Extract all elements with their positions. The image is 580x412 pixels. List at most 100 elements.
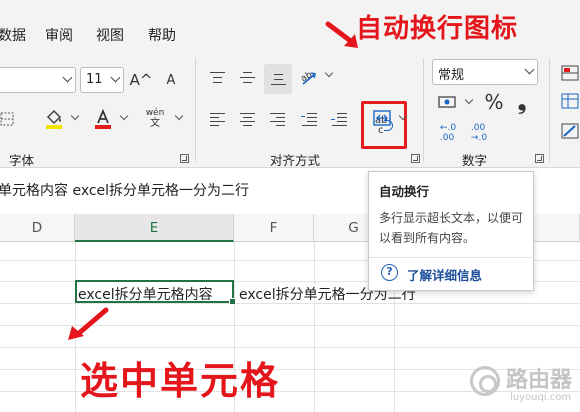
chevron-down-icon [110,72,121,83]
increase-decimal-button[interactable]: ←.0 .00 [435,120,461,146]
learn-more-link[interactable]: 了解详细信息 [407,265,482,284]
top-align-button[interactable] [204,64,230,90]
arrow-icon [68,307,109,340]
ribbon: 11 A^ A wén 文 字体 ab ab c 对齐方式 常规 % ❟ ←.0… [0,50,580,168]
column-header-f[interactable]: F [234,214,314,242]
increase-indent-icon [330,112,348,127]
cell-styles-button[interactable] [560,120,580,142]
chevron-down-icon[interactable] [464,95,474,105]
column-header-d[interactable]: D [0,214,75,242]
menu-review[interactable]: 审阅 [45,25,73,45]
merge-cells-icon [373,110,391,126]
annotation-select-cell-label: 选中单元格 [80,359,281,403]
menu-help[interactable]: 帮助 [148,25,176,45]
font-name-combo[interactable] [0,67,76,93]
grid-line [0,347,580,348]
align-right-button[interactable] [264,106,290,132]
bottom-align-button[interactable] [264,64,292,94]
font-dialog-launcher[interactable] [180,154,189,163]
conditional-formatting-button[interactable] [560,62,580,84]
group-label-alignment: 对齐方式 [270,153,321,168]
number-dialog-launcher[interactable] [535,154,544,163]
chevron-down-icon [62,72,73,83]
chevron-down-icon[interactable] [119,111,129,121]
group-label-font: 字体 [9,153,35,168]
tooltip-description: 多行显示超长文本，以便可以看到所有内容。 [379,211,524,245]
orientation-button[interactable]: ab [296,64,322,90]
column-header-label: F [269,220,278,236]
align-left-button[interactable] [204,106,230,132]
wrap-text-tooltip: 自动换行 多行显示超长文本，以便可以看到所有内容。 ? 了解详细信息 [368,171,534,291]
format-as-table-button[interactable] [560,90,580,112]
align-center-icon [239,112,256,127]
number-format-combo[interactable]: 常规 [432,59,538,85]
middle-align-icon [239,71,256,84]
column-header-label: E [149,220,159,236]
column-header-label: D [31,220,43,236]
text-orientation-icon: ab [299,70,316,85]
percent-icon: % [484,90,504,114]
comma-style-button[interactable]: ❟ [510,89,534,115]
number-format-value: 常规 [438,68,465,83]
cell-styles-icon [561,123,579,139]
watermark-name: 路由器 [506,368,573,393]
group-separator [195,58,196,162]
alignment-dialog-launcher[interactable] [411,154,420,163]
phonetic-top: wén [145,108,165,118]
column-header-label: G [348,220,359,236]
percent-button[interactable]: % [481,89,507,115]
tooltip-divider [369,257,533,258]
shrink-font-icon: A [166,72,176,88]
decrease-indent-button[interactable] [296,106,322,132]
borders-button[interactable] [0,110,16,128]
cell-e-value: excel拆分单元格内容 [78,287,213,303]
shrink-font-button[interactable]: A [158,67,184,93]
watermark: 路由器 luyouqi.com [470,360,580,410]
conditional-format-icon [561,65,579,81]
chevron-down-icon[interactable] [174,111,184,121]
menu-view[interactable]: 视图 [96,25,124,45]
tooltip-title: 自动换行 [379,184,430,199]
menu-data[interactable]: 数据 [0,25,26,45]
chevron-down-icon [524,64,535,75]
decrease-decimal-icon: .00 →.0 [470,123,488,143]
fill-color-button[interactable] [40,106,68,132]
decrease-decimal-button[interactable]: .00 →.0 [466,120,492,146]
increase-indent-button[interactable] [326,106,352,132]
formula-bar-content[interactable]: 单元格内容 excel拆分单元格一分为二行 [0,180,249,200]
accounting-icon [438,96,456,108]
phonetic-button[interactable]: wén 文 [140,104,170,134]
grid-line [314,242,315,412]
top-align-icon [209,71,226,84]
table-icon [561,93,579,109]
chevron-down-icon[interactable] [324,68,334,78]
align-left-icon [209,112,226,127]
annotation-wrap-icon-label: 自动换行图标 [356,14,519,44]
phonetic-bottom: 文 [150,118,160,129]
decrease-indent-icon [300,112,318,127]
font-size-value: 11 [86,72,103,87]
help-icon: ? [381,264,398,281]
font-size-combo[interactable]: 11 [80,67,124,93]
column-header-e[interactable]: E [75,214,234,242]
watermark-logo-icon [470,366,500,396]
font-color-icon [95,108,111,129]
bottom-align-icon [270,73,287,86]
merge-center-button[interactable] [370,107,394,129]
chevron-down-icon[interactable] [70,111,80,121]
paint-bucket-icon [46,109,62,129]
increase-decimal-icon: ←.0 .00 [439,123,457,143]
middle-align-button[interactable] [234,64,260,90]
accounting-format-button[interactable] [435,90,461,114]
grow-font-button[interactable]: A^ [128,67,154,93]
group-label-number: 数字 [462,153,488,168]
align-center-button[interactable] [234,106,260,132]
borders-icon [0,112,14,126]
watermark-domain: luyouqi.com [510,392,572,403]
group-separator [549,58,550,162]
align-right-icon [269,112,286,127]
group-separator [423,58,424,162]
grow-font-icon: A^ [129,71,153,89]
arrow-icon [325,21,358,48]
font-color-button[interactable] [90,106,116,132]
